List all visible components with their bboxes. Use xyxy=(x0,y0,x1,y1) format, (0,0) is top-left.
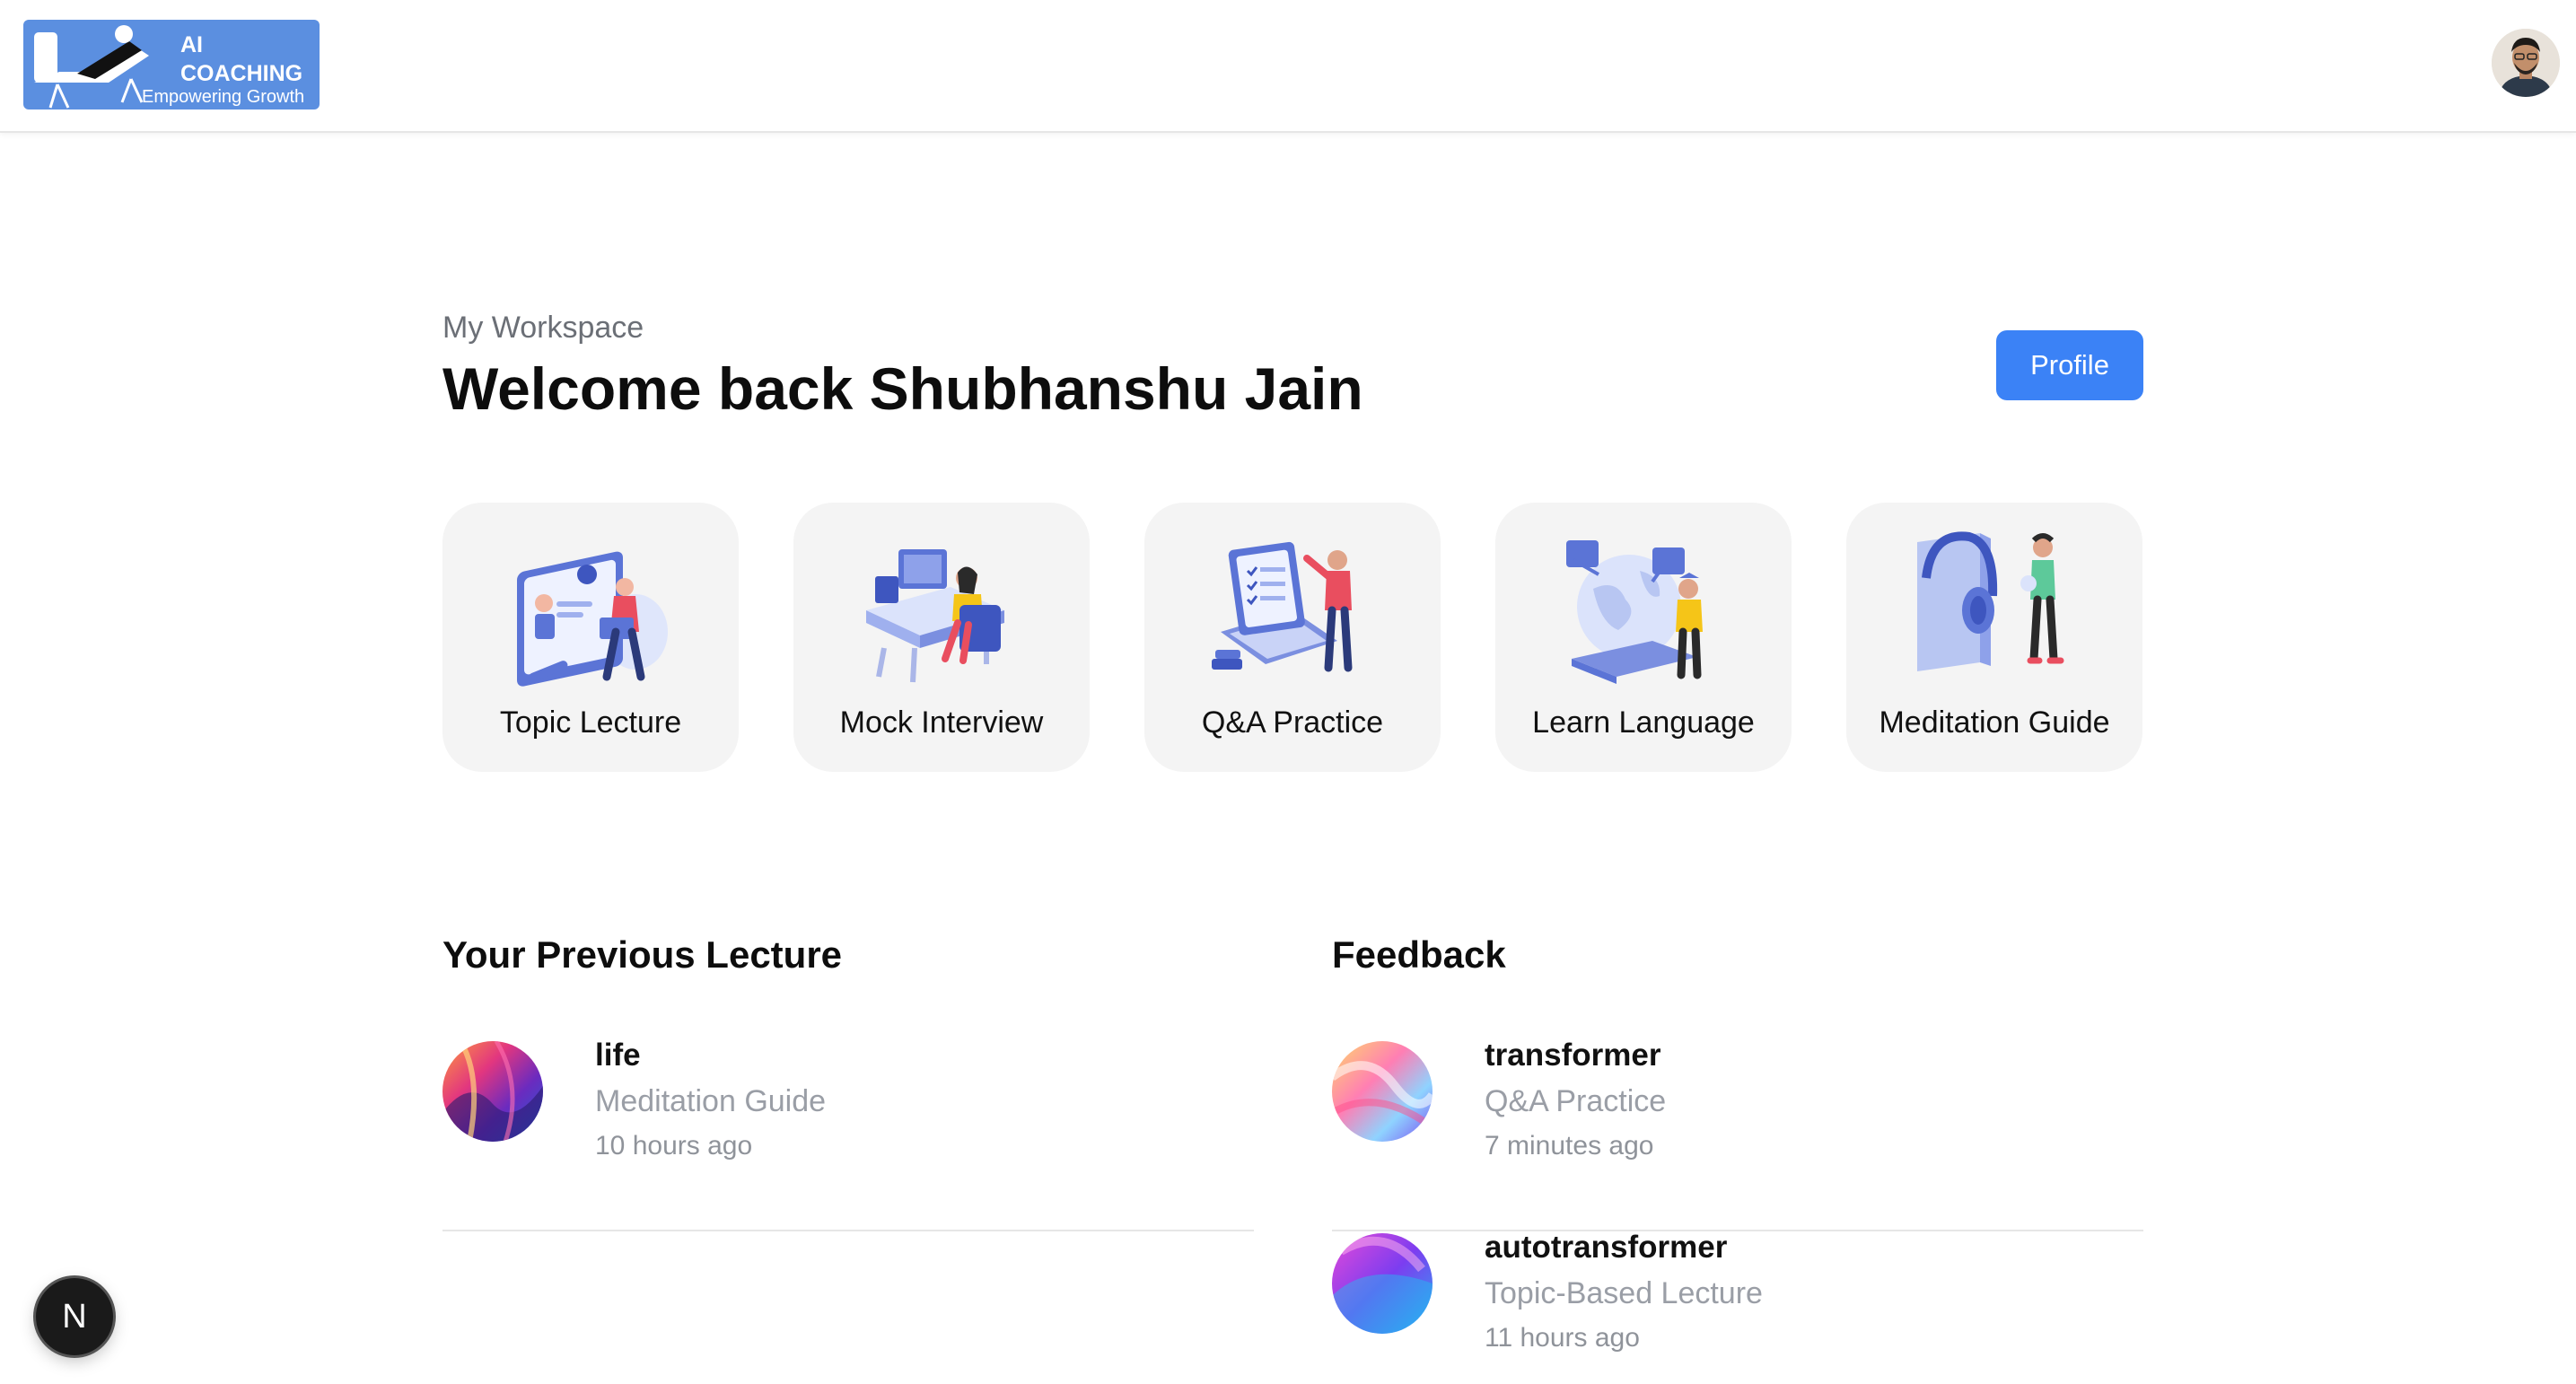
lecture-time: 10 hours ago xyxy=(595,1131,753,1161)
previous-lecture-heading: Your Previous Lecture xyxy=(442,933,843,976)
feature-label: Mock Interview xyxy=(839,705,1044,740)
feature-label: Learn Language xyxy=(1532,705,1755,740)
laptop-checklist-icon xyxy=(1212,541,1353,672)
feature-card-topic-lecture[interactable]: Topic Lecture xyxy=(442,503,739,772)
logo-line-2: COACHING xyxy=(180,61,303,86)
brand-logo[interactable]: AI COACHING Empowering Growth xyxy=(23,20,320,109)
feedback-thumbnail xyxy=(1332,1233,1433,1334)
user-photo-icon xyxy=(2492,29,2560,97)
feature-card-mock-interview[interactable]: Mock Interview xyxy=(793,503,1090,772)
feedback-heading: Feedback xyxy=(1332,933,1506,976)
desk-computer-icon xyxy=(866,549,1004,683)
profile-button[interactable]: Profile xyxy=(1996,330,2143,400)
feature-card-learn-language[interactable]: Learn Language xyxy=(1495,503,1792,772)
lecture-title: life xyxy=(595,1038,641,1073)
feedback-thumbnail xyxy=(1332,1041,1433,1142)
workspace-subtitle: My Workspace xyxy=(442,311,644,345)
lecture-thumbnail xyxy=(442,1041,543,1142)
feature-label: Topic Lecture xyxy=(499,705,682,740)
logo-line-1: AI xyxy=(180,32,203,57)
top-navbar: AI COACHING Empowering Growth xyxy=(0,0,2576,133)
globe-translate-icon xyxy=(1566,540,1703,684)
welcome-heading: Welcome back Shubhanshu Jain xyxy=(442,355,1363,422)
feedback-item[interactable]: transformer Q&A Practice 7 minutes ago xyxy=(1332,1038,2143,1231)
logo-tagline: Empowering Growth xyxy=(142,87,305,107)
feedback-item[interactable]: autotransformer Topic-Based Lecture 11 h… xyxy=(1332,1230,2143,1384)
headphones-book-icon xyxy=(1917,531,2064,671)
feedback-time: 11 hours ago xyxy=(1485,1323,1640,1353)
feature-label: Meditation Guide xyxy=(1879,705,2110,740)
previous-lecture-item[interactable]: life Meditation Guide 10 hours ago xyxy=(442,1038,1254,1231)
user-avatar[interactable] xyxy=(2492,29,2560,97)
teacher-screen-icon xyxy=(517,551,668,687)
feature-label: Q&A Practice xyxy=(1201,705,1384,740)
feedback-title: autotransformer xyxy=(1485,1230,1728,1265)
nextjs-dev-badge[interactable]: N xyxy=(36,1278,113,1355)
feature-card-meditation-guide[interactable]: Meditation Guide xyxy=(1846,503,2142,772)
feedback-type: Topic-Based Lecture xyxy=(1485,1276,1763,1310)
feature-card-qa-practice[interactable]: Q&A Practice xyxy=(1144,503,1441,772)
lecture-type: Meditation Guide xyxy=(595,1084,827,1118)
feedback-type: Q&A Practice xyxy=(1485,1084,1667,1118)
feedback-time: 7 minutes ago xyxy=(1485,1131,1654,1161)
feedback-title: transformer xyxy=(1485,1038,1661,1073)
